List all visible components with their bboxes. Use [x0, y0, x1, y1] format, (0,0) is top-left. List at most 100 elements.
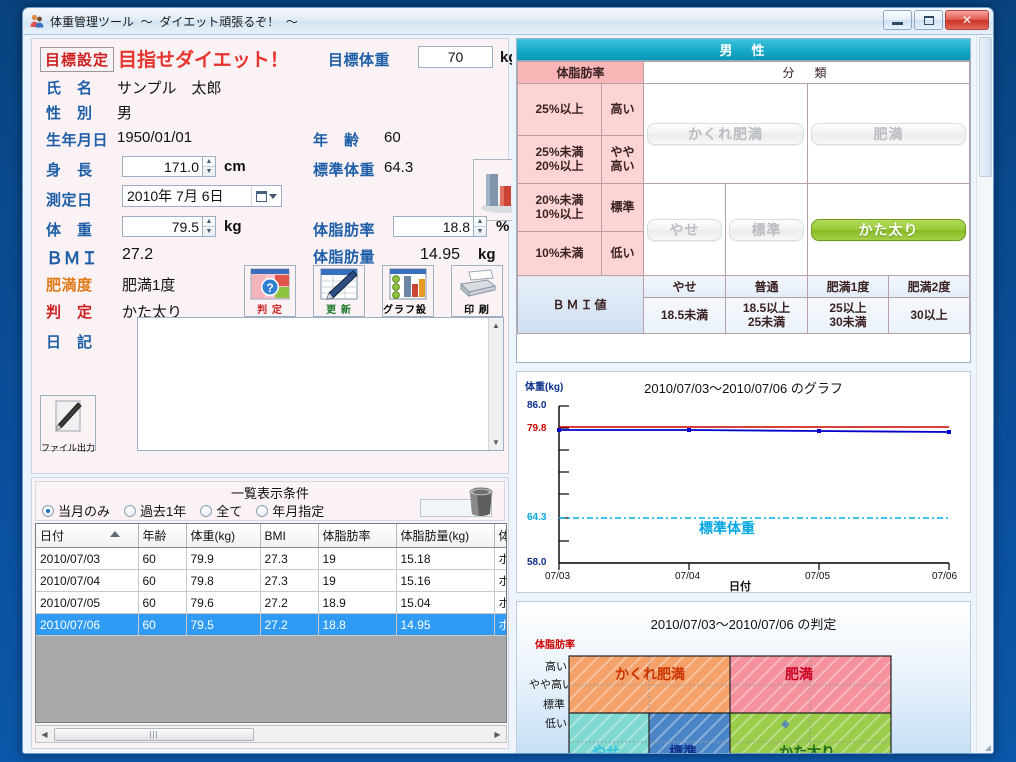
table-row[interactable]: 2010/07/03 60 79.9 27.3 19 15.18 ポ [36, 547, 506, 570]
graph-settings-button[interactable]: グラフ設定 [382, 265, 434, 331]
standard-weight-label: 標準体重 [313, 162, 376, 179]
col-fatmass[interactable]: 体脂肪量(kg) [396, 524, 495, 548]
cell-extra: ポ [494, 569, 506, 592]
bmi-value: 27.2 [122, 246, 154, 263]
table-row[interactable]: 2010/07/04 60 79.8 27.3 19 15.16 ポ [36, 569, 506, 592]
weight-input[interactable] [122, 216, 203, 237]
table-row[interactable]: 2010/07/05 60 79.6 27.2 18.9 15.04 ポ [36, 591, 506, 614]
scroll-down-icon[interactable]: ▼ [489, 435, 503, 450]
update-button-label: 更 新 [326, 305, 352, 316]
printer-icon [457, 268, 497, 300]
grid-horizontal-scrollbar[interactable]: ◀ ||| ▶ [35, 725, 507, 743]
radio-year-month[interactable]: 年月指定 [256, 501, 324, 520]
judge-button[interactable]: ? 判 定 [244, 265, 296, 317]
bodyfat-spinner[interactable]: ▲ ▼ [474, 216, 487, 237]
measure-date-picker[interactable]: 2010年 7月 6日 [122, 185, 282, 207]
application-window: 体重管理ツール ～ ダイエット頑張るぞ！ ～ ✕ 目標設定 目指せダイエット！ … [22, 7, 994, 754]
measurement-grid[interactable]: 日付 年齢 体重(kg) BMI 体脂肪率 体脂肪量(kg) 体 [35, 523, 507, 723]
weight-spinner[interactable]: ▲ ▼ [203, 216, 216, 237]
cell-date: 2010/07/06 [36, 613, 139, 636]
resize-grip-icon[interactable]: ◢ [985, 743, 991, 752]
bodyfat-input[interactable] [393, 216, 474, 237]
col-extra[interactable]: 体 [494, 524, 506, 548]
chart-plot-area [556, 405, 951, 570]
cell-kakure-himan[interactable]: かくれ肥満 [643, 83, 808, 184]
measurement-table: 日付 年齢 体重(kg) BMI 体脂肪率 体脂肪量(kg) 体 [36, 524, 506, 636]
fatmass-value: 14.95 [420, 246, 461, 263]
cell-katabutori[interactable]: かた太り [806, 183, 971, 276]
table-header-row: 日付 年齢 体重(kg) BMI 体脂肪率 体脂肪量(kg) 体 [36, 524, 506, 548]
scroll-thumb[interactable]: ||| [54, 727, 254, 741]
himan-label: 肥満 [873, 125, 904, 142]
himan-button[interactable]: 肥満 [811, 122, 967, 145]
scroll-right-icon[interactable]: ▶ [489, 730, 506, 739]
col-weight[interactable]: 体重(kg) [186, 524, 261, 548]
headline-text: 目指せダイエット！ [118, 50, 289, 71]
height-input[interactable] [122, 156, 203, 177]
hyojun-label: 標準 [751, 221, 782, 238]
scroll-up-icon[interactable]: ▲ [489, 318, 503, 333]
bmi-value-label: ＢＭＩ値 [516, 275, 645, 334]
kakure-himan-button[interactable]: かくれ肥満 [647, 122, 804, 145]
col-bmi[interactable]: BMI [260, 524, 319, 548]
obesity-label: 肥満度 [46, 277, 93, 294]
height-spinner[interactable]: ▲ ▼ [203, 156, 216, 177]
app-icon [29, 13, 45, 29]
diary-text[interactable] [138, 318, 488, 450]
goal-weight-input[interactable] [418, 46, 493, 68]
yase-button[interactable]: やせ [647, 218, 722, 241]
classification-header-row: 体脂肪率 分 類 [516, 61, 971, 84]
cell-yase[interactable]: やせ [643, 183, 726, 276]
col-date[interactable]: 日付 [36, 524, 139, 548]
cell-himan[interactable]: 肥満 [806, 83, 971, 184]
print-button[interactable]: 印 刷 [451, 265, 503, 317]
goal-settings-button[interactable]: 目標設定 [40, 47, 115, 72]
obesity-value: 肥満1度 [122, 277, 176, 294]
cell-hyojun[interactable]: 標準 [725, 183, 808, 276]
close-button[interactable]: ✕ [945, 10, 989, 30]
diary-textarea[interactable]: ▲ ▼ [137, 317, 504, 451]
maximize-button[interactable] [914, 10, 943, 30]
range-high: 25%以上 [516, 83, 602, 136]
classification-table: 体脂肪率 分 類 25%以上 高い かくれ肥満 肥満 25%未満 20%以上 や… [516, 61, 971, 334]
radio-past-year[interactable]: 過去1年 [124, 501, 186, 520]
scroll-left-icon[interactable]: ◀ [36, 730, 53, 739]
radio-current-month[interactable]: 当月のみ [42, 501, 110, 520]
table-row-selected[interactable]: 2010/07/06 60 79.5 27.2 18.8 14.95 ポ [36, 613, 506, 636]
calendar-dropdown[interactable] [251, 186, 281, 206]
file-output-label: ファイル出力 [41, 443, 96, 453]
bodyfat-header: 体脂肪率 [516, 61, 645, 84]
diary-scrollbar[interactable]: ▲ ▼ [488, 318, 503, 450]
print-button-label: 印 刷 [464, 305, 490, 316]
xtick-2: 07/05 [804, 571, 831, 582]
update-button[interactable]: 更 新 [313, 265, 365, 317]
bodyfat-label: 体脂肪率 [313, 222, 376, 239]
radio-all[interactable]: 全て [200, 501, 242, 520]
title-bar: 体重管理ツール ～ ダイエット頑張るぞ！ ～ ✕ [23, 8, 993, 35]
judgement-matrix-chart: 2010/07/03～2010/07/06 の判定 体脂肪率 高い やや高い 標… [515, 601, 971, 754]
cell-bodyfat: 19 [318, 547, 397, 570]
file-output-button[interactable]: ファイル出力 [40, 395, 96, 453]
cell-age: 60 [138, 547, 187, 570]
file-output-icon [49, 399, 87, 440]
cell-age: 60 [138, 613, 187, 636]
yase-label: やせ [669, 221, 700, 238]
col-bodyfat[interactable]: 体脂肪率 [318, 524, 397, 548]
minimize-button[interactable] [883, 10, 912, 30]
hyojun-button[interactable]: 標準 [729, 218, 804, 241]
scroll-thumb[interactable] [979, 37, 992, 177]
right-panel-scrollbar[interactable]: ◢ [976, 35, 993, 753]
zone-hyojun-label: 標準 [668, 744, 697, 754]
delete-trash-button[interactable] [466, 486, 496, 518]
measure-date-label: 測定日 [46, 192, 93, 209]
col-age[interactable]: 年齢 [138, 524, 187, 548]
zone-katabutori-label: かた太り [778, 744, 835, 754]
list-condition-group: 一覧表示条件 当月のみ 過去1年 全て 年月指定 [35, 481, 505, 521]
judgement-label: 判 定 [46, 304, 93, 321]
birthdate-value: 1950/01/01 [117, 129, 193, 146]
zone-himan-label: 肥満 [784, 666, 813, 682]
age-value: 60 [384, 129, 401, 146]
height-unit: cm [224, 158, 246, 175]
katabutori-button[interactable]: かた太り [811, 218, 967, 241]
list-condition-radios: 当月のみ 過去1年 全て 年月指定 [42, 501, 338, 520]
